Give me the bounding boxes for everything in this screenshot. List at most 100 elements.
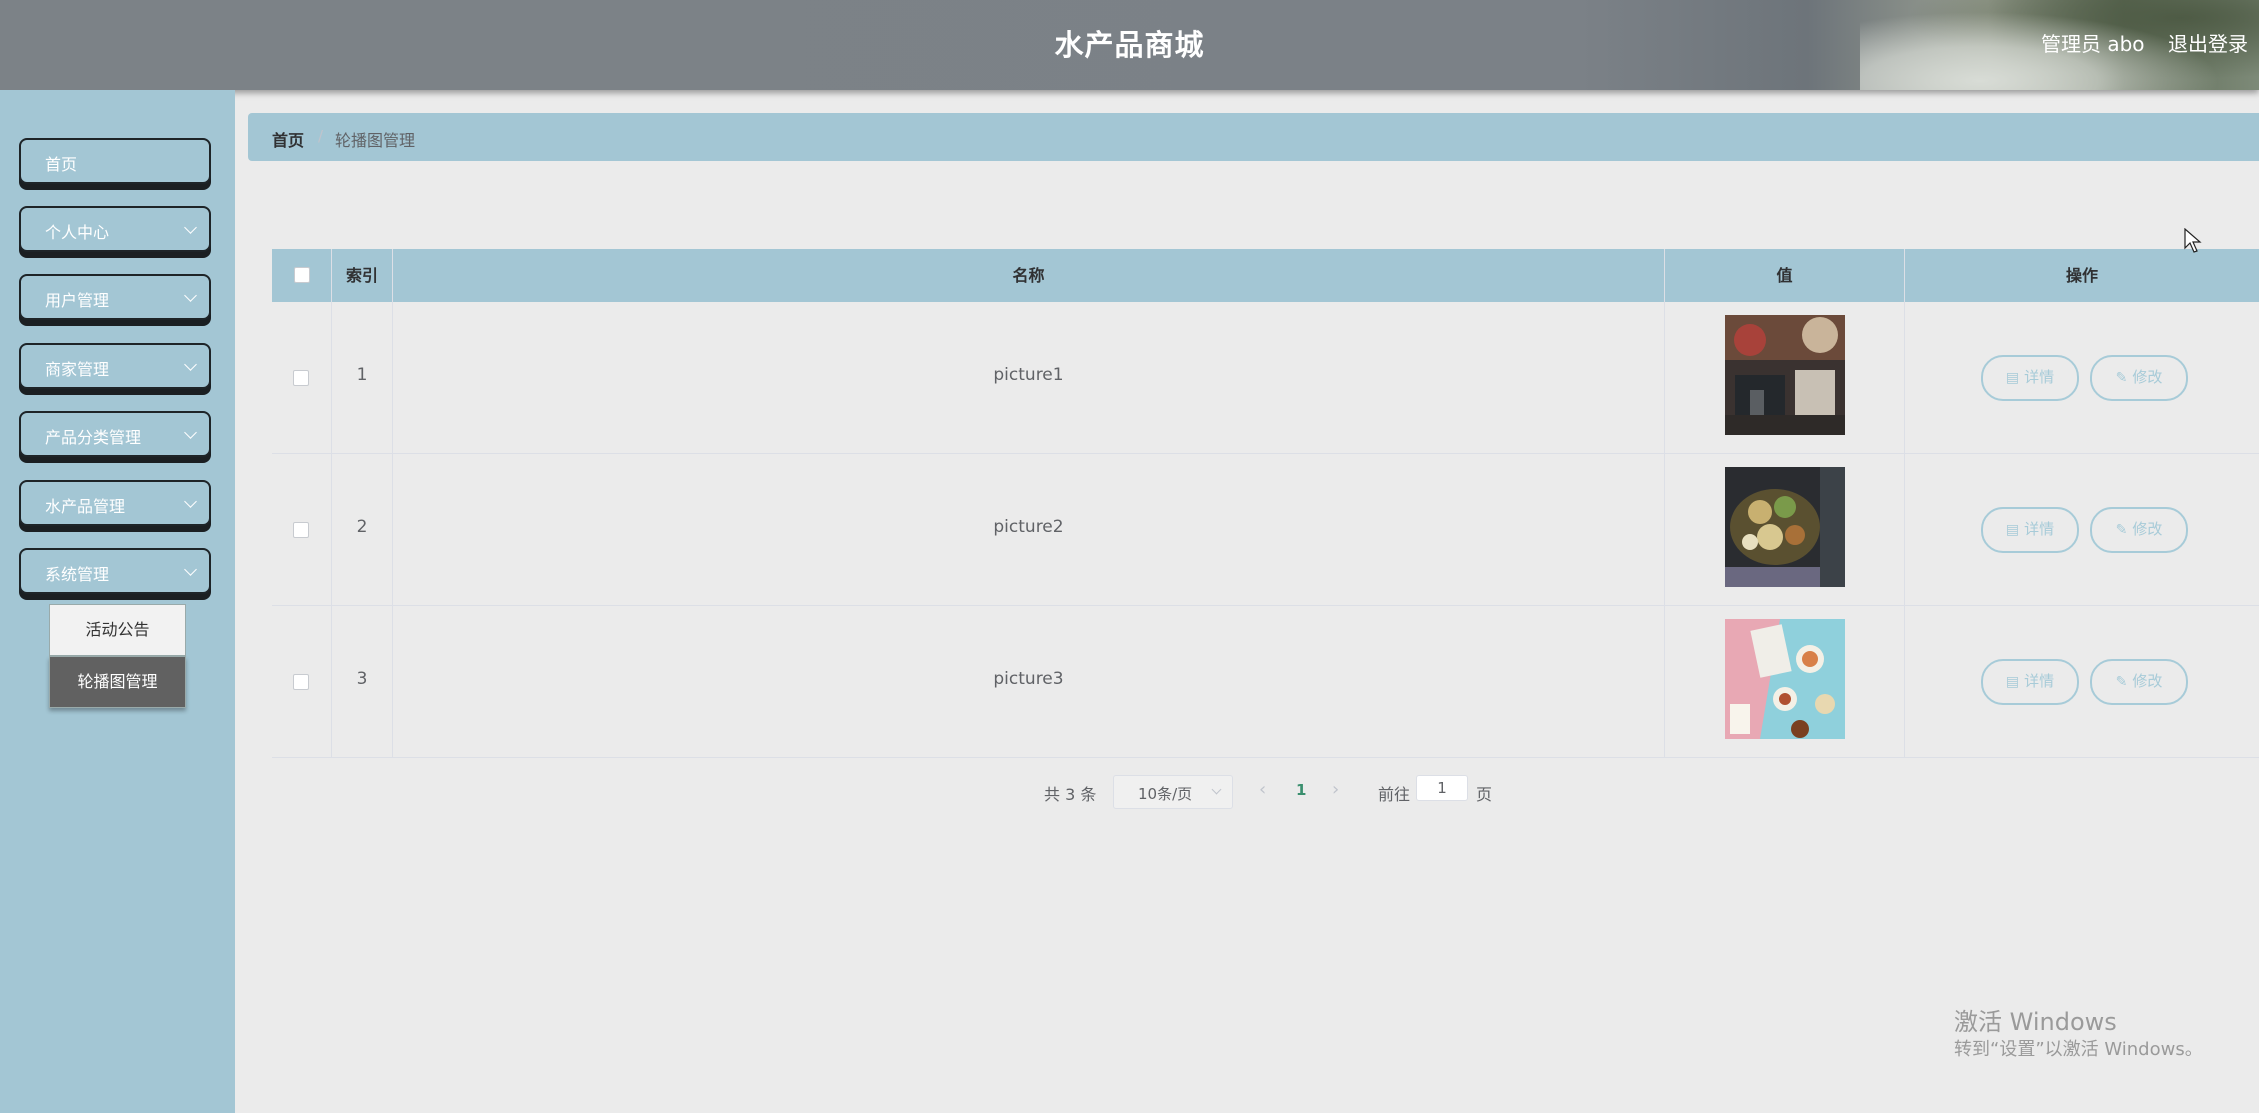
pencil-icon: ✎	[2115, 370, 2128, 386]
top-header: 水产品商城 管理员 abo 退出登录	[0, 0, 2259, 90]
next-page-button[interactable]: ›	[1332, 779, 1339, 800]
current-user-label: 管理员 abo	[2041, 32, 2145, 56]
edit-button[interactable]: ✎ 修改	[2090, 355, 2188, 401]
document-icon: ▤	[2005, 522, 2020, 538]
page-number-current[interactable]: 1	[1296, 781, 1306, 799]
actions-cell: ▤ 详情 ✎ 修改	[1905, 302, 2259, 454]
activate-windows-title: 激活 Windows	[1954, 1008, 2117, 1036]
value-cell	[1665, 606, 1905, 758]
detail-button[interactable]: ▤ 详情	[1981, 507, 2079, 553]
column-header-actions: 操作	[2065, 266, 2098, 285]
name-cell: picture1	[393, 302, 1665, 454]
activate-windows-subtitle: 转到“设置”以激活 Windows。	[1954, 1039, 2203, 1060]
row-name: picture1	[993, 365, 1064, 385]
pagination-total: 共 3 条	[1044, 785, 1097, 804]
edit-button-label: 修改	[2132, 672, 2163, 690]
logout-link[interactable]: 退出登录	[2168, 28, 2248, 57]
chevron-down-icon	[184, 426, 197, 439]
chevron-down-icon	[1211, 784, 1222, 795]
row-index: 2	[356, 517, 368, 537]
select-all-cell	[272, 249, 332, 302]
pencil-icon: ✎	[2115, 522, 2128, 538]
column-header-value: 值	[1665, 249, 1905, 302]
row-checkbox[interactable]	[293, 370, 309, 386]
row-checkbox[interactable]	[293, 674, 309, 690]
site-title: 水产品商城	[1054, 28, 1205, 62]
edit-button[interactable]: ✎ 修改	[2090, 659, 2188, 705]
sidebar-item-merchant-management[interactable]: 商家管理	[19, 343, 211, 389]
submenu-item-announcements[interactable]: 活动公告	[49, 604, 186, 656]
page-suffix-label: 页	[1476, 785, 1493, 804]
breadcrumb-current: 轮播图管理	[335, 131, 416, 150]
edit-button-label: 修改	[2132, 368, 2163, 386]
detail-button-label: 详情	[2024, 368, 2055, 386]
mouse-cursor-icon	[2184, 227, 2202, 258]
sidebar-item-personal-center[interactable]: 个人中心	[19, 206, 211, 252]
column-header-index: 索引	[332, 249, 393, 302]
system-submenu: 活动公告 轮播图管理	[49, 604, 186, 708]
sidebar-item-product-management[interactable]: 水产品管理	[19, 480, 211, 526]
edit-button[interactable]: ✎ 修改	[2090, 507, 2188, 553]
column-header-name: 名称	[393, 249, 1665, 302]
edit-button-label: 修改	[2132, 520, 2163, 538]
row-name: picture2	[993, 517, 1064, 537]
name-cell: picture2	[393, 454, 1665, 606]
pagination: 共 3 条 10条/页 ‹ 1 › 前往 页	[0, 775, 2259, 809]
table-row: 1 picture1 ▤ 详情 ✎ 修改	[272, 302, 2259, 454]
row-select-cell	[272, 454, 332, 606]
detail-button-label: 详情	[2024, 520, 2055, 538]
breadcrumb-separator: /	[318, 127, 324, 145]
photo-thumbnail-2	[1725, 467, 1845, 587]
breadcrumb-home[interactable]: 首页	[272, 127, 304, 151]
table-row: 2 picture2 ▤ 详情 ✎ 修改	[272, 454, 2259, 606]
value-cell	[1665, 302, 1905, 454]
submenu-item-carousel-management[interactable]: 轮播图管理	[49, 656, 186, 708]
goto-page-input[interactable]	[1416, 775, 1468, 801]
value-cell	[1665, 454, 1905, 606]
sidebar-item-label: 用户管理	[45, 291, 110, 310]
sidebar-item-label: 商家管理	[45, 360, 110, 379]
detail-button-label: 详情	[2024, 672, 2055, 690]
document-icon: ▤	[2005, 370, 2020, 386]
row-select-cell	[272, 606, 332, 758]
carousel-table: 索引 名称 值 操作 1 picture1 ▤ 详情 ✎ 修改 2 pictur…	[272, 249, 2259, 760]
sidebar-item-system-management[interactable]: 系统管理	[19, 548, 211, 594]
sidebar-item-home[interactable]: 首页	[19, 138, 211, 184]
chevron-down-icon	[184, 495, 197, 508]
detail-button[interactable]: ▤ 详情	[1981, 355, 2079, 401]
sidebar-item-user-management[interactable]: 用户管理	[19, 274, 211, 320]
pencil-icon: ✎	[2115, 674, 2128, 690]
breadcrumb: 首页 / 轮播图管理	[248, 113, 2259, 161]
sidebar-item-label: 产品分类管理	[45, 428, 142, 447]
sidebar-item-category-management[interactable]: 产品分类管理	[19, 411, 211, 457]
detail-button[interactable]: ▤ 详情	[1981, 659, 2079, 705]
index-cell: 3	[332, 606, 393, 758]
row-checkbox[interactable]	[293, 522, 309, 538]
prev-page-button[interactable]: ‹	[1259, 779, 1266, 800]
chevron-down-icon	[184, 563, 197, 576]
actions-cell: ▤ 详情 ✎ 修改	[1905, 606, 2259, 758]
chevron-down-icon	[184, 358, 197, 371]
table-header: 索引 名称 值 操作	[272, 249, 2259, 302]
index-cell: 1	[332, 302, 393, 454]
row-name: picture3	[993, 669, 1064, 689]
index-cell: 2	[332, 454, 393, 606]
sidebar-item-label: 系统管理	[45, 565, 110, 584]
chevron-down-icon	[184, 289, 197, 302]
document-icon: ▤	[2005, 674, 2020, 690]
row-index: 1	[356, 365, 368, 385]
photo-thumbnail-1	[1725, 315, 1845, 435]
sidebar: 首页 个人中心 用户管理 商家管理 产品分类管理 水产品管理 系统管理	[0, 90, 235, 1113]
select-all-checkbox[interactable]	[294, 267, 310, 283]
table-row: 3 picture3 ▤ 详情 ✎ 修改	[272, 606, 2259, 758]
sidebar-item-label: 个人中心	[45, 223, 110, 242]
name-cell: picture3	[393, 606, 1665, 758]
actions-cell: ▤ 详情 ✎ 修改	[1905, 454, 2259, 606]
row-select-cell	[272, 302, 332, 454]
sidebar-item-label: 首页	[45, 155, 78, 174]
goto-label: 前往	[1378, 785, 1411, 804]
page-size-value: 10条/页	[1138, 785, 1193, 803]
chevron-down-icon	[184, 221, 197, 234]
sidebar-item-label: 水产品管理	[45, 497, 126, 516]
page-size-select[interactable]: 10条/页	[1113, 775, 1233, 809]
